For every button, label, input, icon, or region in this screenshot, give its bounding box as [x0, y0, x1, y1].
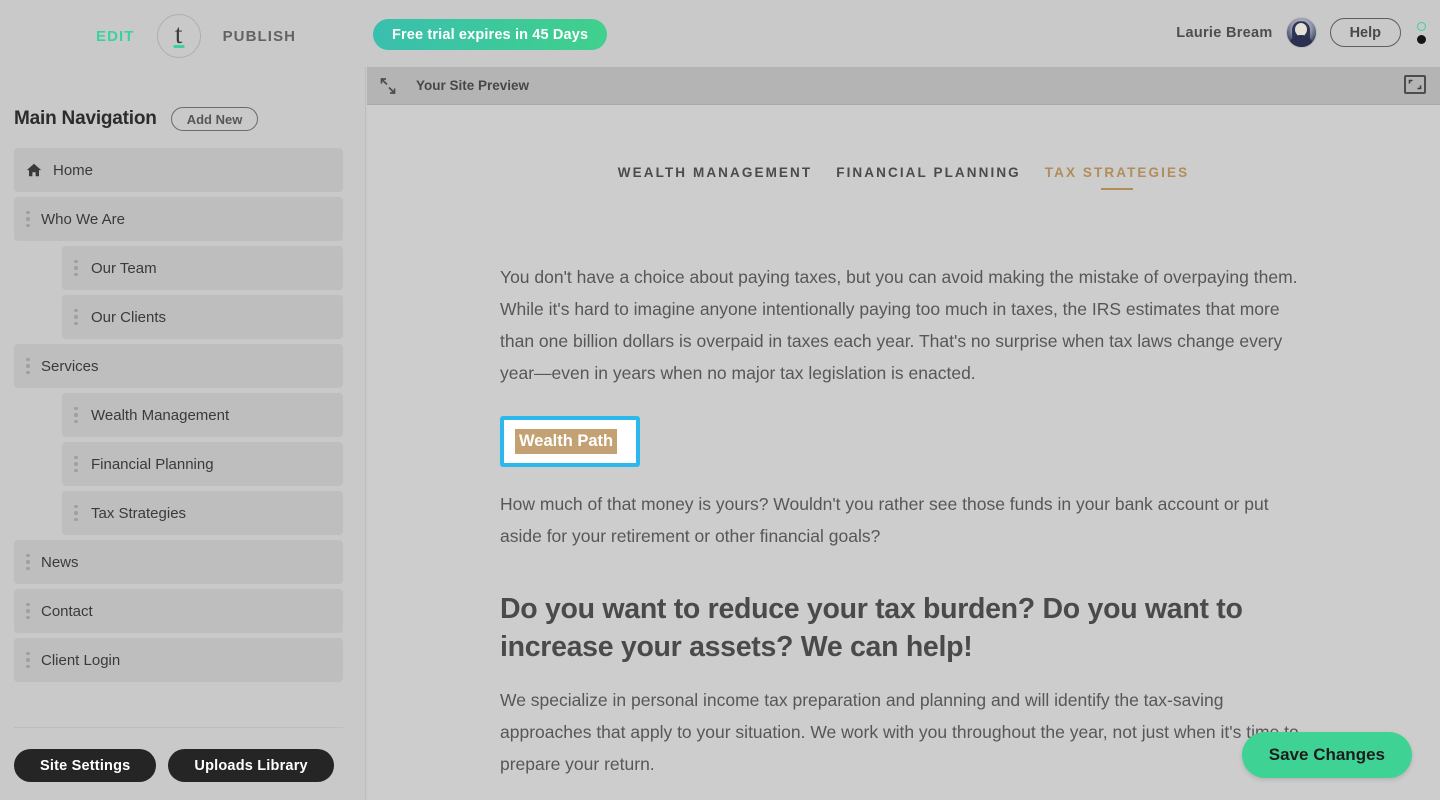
add-new-button[interactable]: Add New: [170, 107, 259, 131]
site-nav-financial-planning[interactable]: FINANCIAL PLANNING: [836, 165, 1021, 190]
sidebar-item-label: Home: [53, 161, 94, 179]
intro-paragraph: You don't have a choice about paying tax…: [500, 267, 1298, 383]
sidebar-item-tax-strategies[interactable]: Tax Strategies: [62, 491, 343, 535]
sidebar-item-label: News: [41, 553, 79, 571]
user-area: Laurie Bream Help: [1176, 17, 1426, 48]
drag-handle-icon[interactable]: [26, 553, 30, 571]
wealth-path-chip[interactable]: Wealth Path: [515, 429, 618, 454]
notification-dot-icon: [1417, 34, 1426, 44]
selected-element-frame[interactable]: Wealth Path: [500, 416, 640, 467]
publish-tab[interactable]: PUBLISH: [223, 28, 297, 45]
home-icon: [26, 163, 42, 177]
site-settings-button[interactable]: Site Settings: [14, 749, 157, 782]
fullscreen-icon[interactable]: [1404, 75, 1426, 94]
sidebar-item-label: Our Clients: [91, 308, 167, 326]
logo-underline-icon: [173, 45, 185, 48]
edit-tab[interactable]: EDIT: [96, 28, 135, 45]
question-paragraph: How much of that money is yours? Wouldn'…: [500, 494, 1269, 546]
avatar[interactable]: [1285, 17, 1317, 48]
footer-divider: [14, 727, 343, 728]
trial-status-badge[interactable]: Free trial expires in 45 Days: [373, 19, 608, 50]
page-title: Main Navigation: [14, 108, 157, 129]
top-bar: EDIT t PUBLISH Free trial expires in 45 …: [0, 0, 1440, 67]
site-navigation: WEALTH MANAGEMENT FINANCIAL PLANNING TAX…: [367, 106, 1440, 190]
preview-title-label: Your Site Preview: [416, 78, 530, 93]
sidebar-item-label: Who We Are: [41, 210, 125, 228]
avatar-body: [1289, 35, 1314, 47]
help-button[interactable]: Help: [1329, 18, 1401, 47]
sidebar-item-wealth-management[interactable]: Wealth Management: [62, 393, 343, 437]
mode-switcher: EDIT t PUBLISH: [96, 14, 296, 58]
save-changes-button[interactable]: Save Changes: [1241, 732, 1412, 778]
page-editor-app: EDIT t PUBLISH Free trial expires in 45 …: [0, 0, 1440, 800]
user-name-label: Laurie Bream: [1176, 24, 1273, 41]
sidebar: Main Navigation Add New Home Who We Are …: [0, 67, 366, 800]
avatar-head: [1295, 22, 1308, 36]
sidebar-item-label: Services: [41, 357, 99, 375]
drag-handle-icon[interactable]: [74, 259, 78, 277]
drag-handle-icon[interactable]: [26, 210, 30, 228]
sidebar-item-label: Our Team: [91, 259, 157, 277]
logo-letter: t: [174, 18, 183, 49]
drag-handle-icon[interactable]: [74, 455, 78, 473]
sidebar-header: Main Navigation Add New: [0, 67, 365, 131]
sidebar-item-services[interactable]: Services: [14, 344, 343, 388]
sidebar-item-our-team[interactable]: Our Team: [62, 246, 343, 290]
drag-handle-icon[interactable]: [74, 504, 78, 522]
drag-handle-icon[interactable]: [74, 308, 78, 326]
sidebar-item-label: Financial Planning: [91, 455, 214, 473]
preview-pane: Your Site Preview WEALTH MANAGEMENT FINA…: [367, 67, 1440, 800]
services-paragraph: We specialize in personal income tax pre…: [500, 690, 1299, 774]
drag-handle-icon[interactable]: [74, 406, 78, 424]
uploads-library-button[interactable]: Uploads Library: [168, 749, 334, 782]
sidebar-item-home[interactable]: Home: [14, 148, 343, 192]
site-nav-wealth-management[interactable]: WEALTH MANAGEMENT: [618, 165, 812, 190]
status-indicator-group[interactable]: [1417, 21, 1426, 44]
sidebar-item-contact[interactable]: Contact: [14, 589, 343, 633]
collapse-arrows-icon[interactable]: [377, 75, 399, 97]
site-preview-content: WEALTH MANAGEMENT FINANCIAL PLANNING TAX…: [367, 106, 1440, 800]
preview-toolbar: Your Site Preview: [367, 67, 1440, 105]
site-body: You don't have a choice about paying tax…: [367, 261, 1307, 780]
drag-handle-icon[interactable]: [26, 602, 30, 620]
sidebar-item-client-login[interactable]: Client Login: [14, 638, 343, 682]
sidebar-item-our-clients[interactable]: Our Clients: [62, 295, 343, 339]
drag-handle-icon[interactable]: [26, 357, 30, 375]
sidebar-item-financial-planning[interactable]: Financial Planning: [62, 442, 343, 486]
sidebar-item-news[interactable]: News: [14, 540, 343, 584]
sidebar-item-label: Tax Strategies: [91, 504, 187, 522]
sidebar-footer: Site Settings Uploads Library: [14, 727, 343, 782]
drag-handle-icon[interactable]: [26, 651, 30, 669]
navigation-list: Home Who We Are Our Team Our Clients Ser…: [0, 148, 365, 682]
section-heading: Do you want to reduce your tax burden? D…: [500, 593, 1243, 663]
site-nav-tax-strategies[interactable]: TAX STRATEGIES: [1045, 165, 1189, 190]
sidebar-item-label: Client Login: [41, 651, 121, 669]
app-logo[interactable]: t: [156, 14, 201, 58]
sidebar-item-label: Wealth Management: [91, 406, 230, 424]
footer-button-group: Site Settings Uploads Library: [14, 749, 343, 782]
online-status-ring-icon: [1417, 21, 1426, 31]
sidebar-item-who-we-are[interactable]: Who We Are: [14, 197, 343, 241]
sidebar-item-label: Contact: [41, 602, 93, 620]
